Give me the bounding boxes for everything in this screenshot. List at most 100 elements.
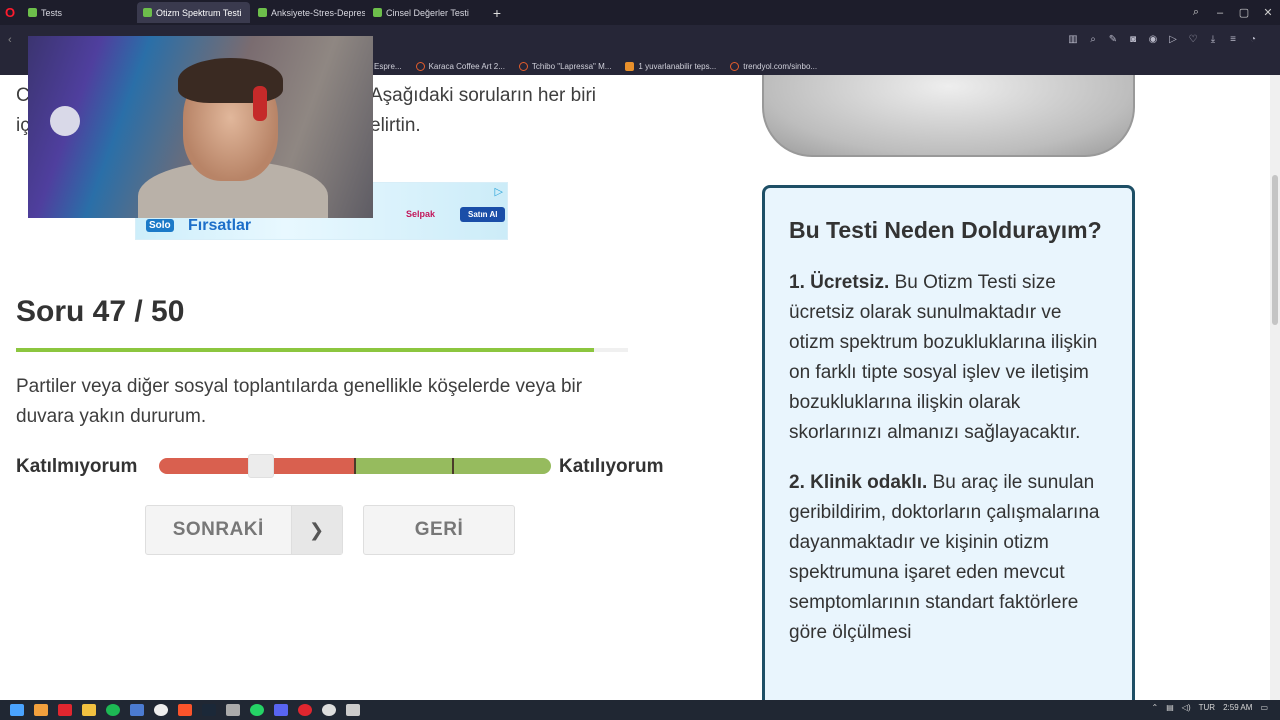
- opera-logo-icon[interactable]: O: [0, 0, 20, 25]
- reader-icon[interactable]: ▥: [1066, 33, 1080, 47]
- scale-left-label: Katılmıyorum: [16, 456, 138, 477]
- play-icon[interactable]: ▷: [1166, 33, 1180, 47]
- why-take-test-box: Bu Testi Neden Doldurayım? 1. Ücretsiz. …: [762, 185, 1135, 700]
- chevron-up-icon[interactable]: ⌃: [1152, 703, 1159, 712]
- profile-icon[interactable]: ◔: [1246, 33, 1260, 47]
- scrollbar-thumb[interactable]: [1272, 175, 1278, 325]
- spotify-icon[interactable]: [106, 704, 120, 716]
- tab-favicon-icon: [258, 8, 267, 17]
- search-icon[interactable]: ⌕: [1184, 6, 1208, 19]
- infobox-item: 1. Ücretsiz. Bu Otizm Testi size ücretsi…: [789, 268, 1108, 448]
- intro-line2-right: elirtin.: [370, 115, 421, 136]
- new-tab-button[interactable]: +: [488, 5, 506, 21]
- scale-right-label: Katılıyorum: [559, 456, 664, 477]
- steam-icon[interactable]: [202, 704, 216, 716]
- download-icon[interactable]: ⤓: [1206, 33, 1220, 47]
- taskbar-app-icon[interactable]: [346, 704, 360, 716]
- heart-icon[interactable]: ♡: [1186, 33, 1200, 47]
- intro-line1-right: Aşağıdaki soruların her biri: [370, 85, 596, 106]
- tab-anksiyete[interactable]: Anksiyete-Stres-Depresyon: [252, 2, 365, 23]
- start-icon[interactable]: [10, 704, 24, 716]
- question-title: Soru 47 / 50: [16, 295, 185, 328]
- tab-label: Tests: [41, 7, 63, 18]
- ad-cta-button[interactable]: Satın Al: [460, 207, 506, 222]
- agreement-scale: Katılmıyorum Katılıyorum: [16, 454, 686, 480]
- bookmark-label: Karaca Coffee Art 2...: [428, 61, 505, 71]
- next-button[interactable]: SONRAKİ ❯: [145, 505, 343, 555]
- volume-icon[interactable]: ◁): [1182, 703, 1191, 712]
- page-scrollbar[interactable]: [1270, 75, 1280, 700]
- maximize-icon[interactable]: ▢: [1232, 6, 1256, 19]
- microphone: [50, 106, 80, 136]
- question-progress-bar: [16, 348, 628, 352]
- infobox-item-body: Bu araç ile sunulan geribildirim, doktor…: [789, 472, 1100, 643]
- scale-slider-handle[interactable]: [248, 454, 274, 478]
- tab-otizm-spektrum-testi[interactable]: Otizm Spektrum Testi: [137, 2, 250, 23]
- taskbar-app-icon[interactable]: [154, 704, 168, 716]
- language-indicator[interactable]: TUR: [1199, 703, 1215, 712]
- bookmark-item[interactable]: Tchibo "Lapressa" M...: [518, 61, 612, 71]
- bookmark-label: Espre...: [374, 61, 402, 71]
- close-icon[interactable]: ✕: [1256, 6, 1280, 19]
- edit-icon[interactable]: ✎: [1106, 33, 1120, 47]
- taskbar-app-icon[interactable]: [130, 704, 144, 716]
- settings-icon[interactable]: [226, 704, 240, 716]
- back-button[interactable]: GERİ: [363, 505, 515, 555]
- infobox-item-title: 1. Ücretsiz.: [789, 272, 890, 293]
- bookmark-favicon-icon: [518, 61, 528, 71]
- infobox-item-body: Bu Otizm Testi size ücretsiz olarak sunu…: [789, 272, 1098, 443]
- browser-tab-strip: O Tests Otizm Spektrum Testi Anksiyete-S…: [0, 0, 1280, 25]
- back-icon[interactable]: ‹: [8, 34, 12, 46]
- bookmark-label: trendyol.com/sinbo...: [743, 61, 818, 71]
- tab-favicon-icon: [28, 8, 37, 17]
- windows-taskbar: ⌃ ▤ ◁) TUR 2:59 AM ▭: [0, 700, 1280, 720]
- bookmark-label: Tchibo "Lapressa" M...: [531, 61, 612, 71]
- brave-icon[interactable]: [178, 704, 192, 716]
- tab-favicon-icon: [373, 8, 382, 17]
- tab-label: Otizm Spektrum Testi: [156, 7, 242, 18]
- streamer-hair: [178, 58, 283, 103]
- bookmark-item[interactable]: 1 yuvarlanabilir teps...: [625, 61, 717, 71]
- bookmark-item[interactable]: Karaca Coffee Art 2...: [415, 61, 505, 71]
- adchoices-icon[interactable]: ▷: [495, 185, 503, 198]
- explorer-icon[interactable]: [82, 704, 96, 716]
- infobox-item: 2. Klinik odaklı. Bu araç ile sunulan ge…: [789, 468, 1108, 648]
- question-text: Partiler veya diğer sosyal toplantılarda…: [16, 376, 583, 427]
- zoom-icon[interactable]: ⌕: [1086, 33, 1100, 47]
- toolbar-icons: ▥ ⌕ ✎ ◙ ◉ ▷ ♡ ⤓ ≡ ◔: [1066, 33, 1260, 47]
- scale-tick: [452, 458, 454, 474]
- taskbar-app-icon[interactable]: [322, 704, 336, 716]
- bookmark-label: 1 yuvarlanabilir teps...: [638, 61, 717, 71]
- device-image: [762, 75, 1135, 157]
- next-button-label: SONRAKİ: [172, 519, 264, 540]
- infobox-heading: Bu Testi Neden Doldurayım?: [789, 217, 1102, 243]
- bookmark-favicon-icon: [730, 61, 740, 71]
- clock[interactable]: 2:59 AM: [1223, 703, 1252, 712]
- camera-icon[interactable]: ◙: [1126, 33, 1140, 47]
- tab-label: Anksiyete-Stres-Depresyon: [271, 7, 365, 18]
- chevron-right-icon: ❯: [290, 506, 342, 554]
- ad-product: Selpak: [406, 209, 436, 219]
- tab-favicon-icon: [143, 8, 152, 17]
- bookmark-item[interactable]: Espre...: [374, 62, 402, 71]
- window-controls: ⌕ – ▢ ✕: [1184, 0, 1280, 25]
- taskbar-app-icon[interactable]: [34, 704, 48, 716]
- minimize-icon[interactable]: –: [1208, 7, 1232, 19]
- taskbar-app-icon[interactable]: [298, 704, 312, 716]
- tab-tests[interactable]: Tests: [22, 2, 135, 23]
- whatsapp-icon[interactable]: [250, 704, 264, 716]
- opera-taskbar-icon[interactable]: [58, 704, 72, 716]
- discord-icon[interactable]: [274, 704, 288, 716]
- vpn-icon[interactable]: ◉: [1146, 33, 1160, 47]
- tab-label: Cinsel Değerler Testi: [386, 7, 469, 18]
- tab-cinsel-degerler[interactable]: Cinsel Değerler Testi: [367, 2, 480, 23]
- notifications-icon[interactable]: ▭: [1260, 703, 1268, 712]
- bookmark-item[interactable]: trendyol.com/sinbo...: [730, 61, 818, 71]
- infobox-item-title: 2. Klinik odaklı.: [789, 472, 928, 493]
- ad-text: Fırsatlar: [188, 217, 252, 234]
- webcam-overlay: [28, 36, 373, 218]
- ad-brand: Solo: [146, 219, 174, 232]
- system-tray: ⌃ ▤ ◁) TUR 2:59 AM ▭: [1152, 703, 1268, 712]
- network-icon[interactable]: ▤: [1166, 703, 1174, 712]
- menu-icon[interactable]: ≡: [1226, 33, 1240, 47]
